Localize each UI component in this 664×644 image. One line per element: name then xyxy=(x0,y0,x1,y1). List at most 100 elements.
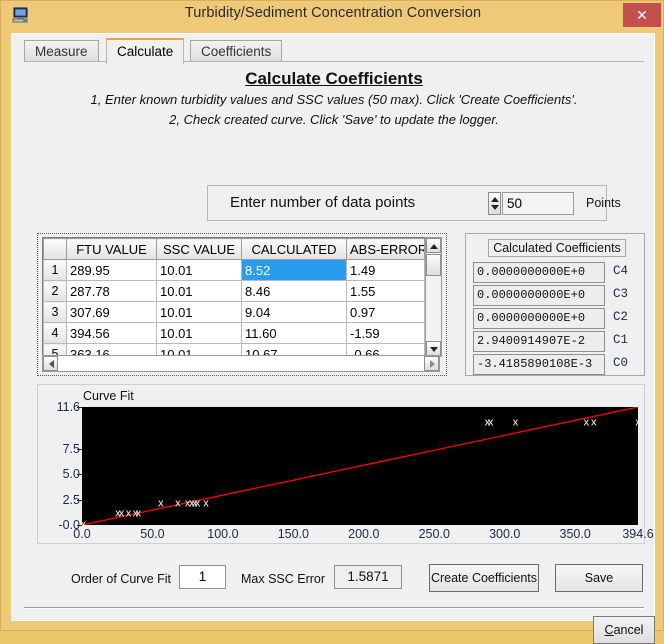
cell-ssc-value[interactable]: 10.01 xyxy=(156,322,242,344)
chart-data-point: x xyxy=(583,416,590,429)
order-of-curve-fit-input[interactable]: 1 xyxy=(179,565,226,589)
coefficient-value-c4[interactable]: 0.0000000000E+0 xyxy=(473,262,605,283)
cancel-button[interactable]: Cancel xyxy=(593,616,655,644)
cell-abs-error[interactable]: 1.55 xyxy=(346,280,425,302)
cell-abs-error[interactable]: 0.97 xyxy=(346,301,425,323)
chart-data-point: x xyxy=(194,497,201,510)
cell-abs-error[interactable]: 1.49 xyxy=(346,259,425,281)
table-header-row: FTU VALUE SSC VALUE CALCULATED ABS-ERROR xyxy=(43,238,425,260)
y-axis-tick-label: 5.0 xyxy=(62,467,80,482)
cell-ftu-value[interactable]: 307.69 xyxy=(66,301,157,323)
chart-data-point: x xyxy=(487,416,494,429)
table-horizontal-scrollbar[interactable] xyxy=(42,355,440,372)
chart-data-point: x xyxy=(635,416,638,429)
tab-bar: Measure Calculate Coefficients xyxy=(24,38,644,64)
cell-ssc-value[interactable]: 10.01 xyxy=(156,301,242,323)
column-header-ssc-value[interactable]: SSC VALUE xyxy=(156,238,242,260)
stepper-up-icon[interactable] xyxy=(491,197,499,202)
chart-data-point: x xyxy=(118,507,125,520)
fit-line xyxy=(82,407,638,525)
cell-calculated[interactable]: 11.60 xyxy=(241,322,347,344)
coefficient-label-c4: C4 xyxy=(613,264,629,278)
y-axis-tick-label: 11.6 xyxy=(56,400,80,414)
x-axis-tick-label: 0.0 xyxy=(73,527,91,541)
max-ssc-error-value: 1.5871 xyxy=(334,565,402,589)
vertical-scroll-thumb[interactable] xyxy=(426,254,441,276)
tab-measure[interactable]: Measure xyxy=(24,40,99,62)
chart-data-point: x xyxy=(135,507,142,520)
fit-line-path xyxy=(82,407,638,525)
scroll-up-icon[interactable] xyxy=(426,238,441,253)
chart-title: Curve Fit xyxy=(83,389,134,403)
stepper-down-icon[interactable] xyxy=(491,205,499,210)
curve-fit-chart: Curve Fit xxxxxxxxxxxxxxxxxxx -0.0 2.5 5.0… xyxy=(37,384,654,544)
scroll-left-icon[interactable] xyxy=(43,356,58,371)
coefficient-value-c2[interactable]: 0.0000000000E+0 xyxy=(473,308,605,329)
cell-ssc-value[interactable]: 10.01 xyxy=(156,280,242,302)
coefficient-value-c3[interactable]: 0.0000000000E+0 xyxy=(473,285,605,306)
x-axis-tick-label: 250.0 xyxy=(418,527,450,541)
coefficient-value-c0[interactable]: -3.4185890108E-3 xyxy=(473,354,605,375)
table-corner-header[interactable] xyxy=(43,238,67,260)
cell-calculated[interactable]: 9.04 xyxy=(241,301,347,323)
cell-calculated[interactable]: 8.52 xyxy=(241,259,347,281)
coefficient-row-c3: 0.0000000000E+0 C3 xyxy=(473,285,639,306)
data-points-group: Enter number of data points 50 Points xyxy=(207,185,621,221)
data-table: FTU VALUE SSC VALUE CALCULATED ABS-ERROR… xyxy=(43,238,425,365)
data-table-container[interactable]: FTU VALUE SSC VALUE CALCULATED ABS-ERROR… xyxy=(42,237,440,371)
chart-plot-area[interactable]: xxxxxxxxxxxxxxxxxxx xyxy=(82,407,638,525)
row-number[interactable]: 2 xyxy=(43,280,67,302)
coefficient-label-c1: C1 xyxy=(613,333,629,347)
column-header-abs-error[interactable]: ABS-ERROR xyxy=(346,238,425,260)
cell-ftu-value[interactable]: 287.78 xyxy=(66,280,157,302)
chart-data-point: x xyxy=(158,497,164,510)
chart-data-point: x xyxy=(203,497,209,510)
application-window: Turbidity/Sediment Concentration Convers… xyxy=(0,0,664,644)
footer-divider xyxy=(24,607,644,609)
data-points-label: Enter number of data points xyxy=(230,194,416,211)
x-axis-tick-label: 394.6 xyxy=(622,527,654,541)
coefficient-value-c1[interactable]: 2.9400914907E-2 xyxy=(473,331,605,352)
data-points-input[interactable]: 50 xyxy=(502,192,574,215)
cell-ftu-value[interactable]: 394.56 xyxy=(66,322,157,344)
x-axis-tick-label: 350.0 xyxy=(559,527,591,541)
chart-data-point: x xyxy=(175,497,181,510)
scroll-down-icon[interactable] xyxy=(426,341,441,356)
cell-calculated[interactable]: 8.46 xyxy=(241,280,347,302)
tab-coefficients[interactable]: Coefficients xyxy=(190,40,283,62)
cell-ftu-value[interactable]: 289.95 xyxy=(66,259,157,281)
save-button[interactable]: Save xyxy=(555,564,643,592)
cell-ssc-value[interactable]: 10.01 xyxy=(156,259,242,281)
coefficient-label-c3: C3 xyxy=(613,287,629,301)
data-points-stepper[interactable] xyxy=(488,192,501,215)
row-number[interactable]: 3 xyxy=(43,301,67,323)
x-axis-tick-label: 50.0 xyxy=(140,527,165,541)
coefficient-row-c2: 0.0000000000E+0 C2 xyxy=(473,308,639,329)
column-header-ftu-value[interactable]: FTU VALUE xyxy=(66,238,157,260)
table-row[interactable]: 4 394.56 10.01 11.60 -1.59 xyxy=(43,322,425,344)
title-bar: Turbidity/Sediment Concentration Convers… xyxy=(1,1,664,29)
column-header-calculated[interactable]: CALCULATED xyxy=(241,238,347,260)
scroll-right-icon[interactable] xyxy=(424,356,439,371)
close-icon[interactable]: ✕ xyxy=(623,3,661,27)
table-row[interactable]: 1 289.95 10.01 8.52 1.49 xyxy=(43,259,425,281)
instruction-line-2: 2, Check created curve. Click 'Save' to … xyxy=(169,112,499,127)
x-axis-tick-label: 150.0 xyxy=(277,527,309,541)
chart-data-point: x xyxy=(82,518,87,525)
y-axis-tick-mark xyxy=(77,448,82,450)
table-row[interactable]: 2 287.78 10.01 8.46 1.55 xyxy=(43,280,425,302)
cancel-label-rest: ancel xyxy=(613,623,644,637)
tab-calculate[interactable]: Calculate xyxy=(106,38,185,64)
cell-abs-error[interactable]: -1.59 xyxy=(346,322,425,344)
create-coefficients-button[interactable]: Create Coefficients xyxy=(429,564,539,592)
y-axis-tick-label: 7.5 xyxy=(62,441,80,456)
page-title: Calculate Coefficients xyxy=(245,69,423,88)
row-number[interactable]: 1 xyxy=(43,259,67,281)
row-number[interactable]: 4 xyxy=(43,322,67,344)
table-row[interactable]: 3 307.69 10.01 9.04 0.97 xyxy=(43,301,425,323)
data-table-frame: FTU VALUE SSC VALUE CALCULATED ABS-ERROR… xyxy=(37,233,447,376)
cancel-accel-letter: C xyxy=(604,623,614,637)
data-points-unit-label: Points xyxy=(586,196,621,210)
table-vertical-scrollbar[interactable] xyxy=(425,237,442,357)
chart-data-point: x xyxy=(125,507,132,520)
